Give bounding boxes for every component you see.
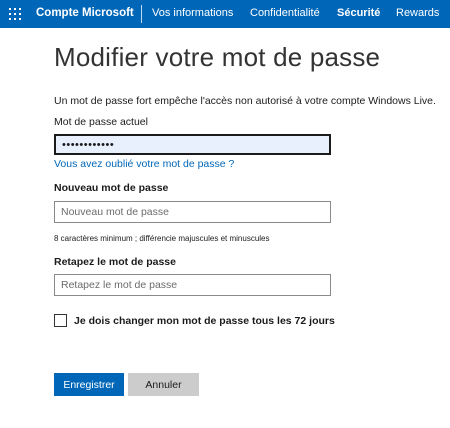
expire-password-option: Je dois changer mon mot de passe tous le…	[54, 314, 335, 327]
page-title: Modifier votre mot de passe	[54, 42, 381, 72]
cancel-button[interactable]: Annuler	[128, 373, 199, 396]
repeat-password-field[interactable]	[54, 274, 331, 296]
brand-title[interactable]: Compte Microsoft	[36, 7, 134, 19]
expire-password-checkbox[interactable]	[54, 314, 67, 327]
repeat-password-label: Retapez le mot de passe	[54, 256, 176, 268]
forgot-password-link[interactable]: Vous avez oublié votre mot de passe ?	[54, 158, 234, 170]
nav-rewards[interactable]: Rewards	[396, 7, 439, 19]
expire-password-label[interactable]: Je dois changer mon mot de passe tous le…	[74, 315, 335, 327]
current-password-label: Mot de passe actuel	[54, 116, 148, 128]
current-password-field[interactable]: ••••••••••••	[54, 134, 331, 155]
nav-securite[interactable]: Sécurité	[337, 7, 380, 19]
save-button[interactable]: Enregistrer	[54, 373, 124, 396]
top-navigation-bar: Compte Microsoft Vos informations Confid…	[0, 0, 450, 28]
app-launcher-waffle-icon[interactable]	[9, 8, 21, 20]
nav-vos-informations[interactable]: Vos informations	[152, 7, 233, 19]
intro-text: Un mot de passe fort empêche l'accès non…	[54, 95, 436, 107]
nav-confidentialite[interactable]: Confidentialité	[250, 7, 320, 19]
password-hint: 8 caractères minimum ; différencie majus…	[54, 234, 270, 243]
new-password-label: Nouveau mot de passe	[54, 182, 169, 194]
new-password-field[interactable]	[54, 201, 331, 223]
header-divider	[141, 5, 142, 23]
